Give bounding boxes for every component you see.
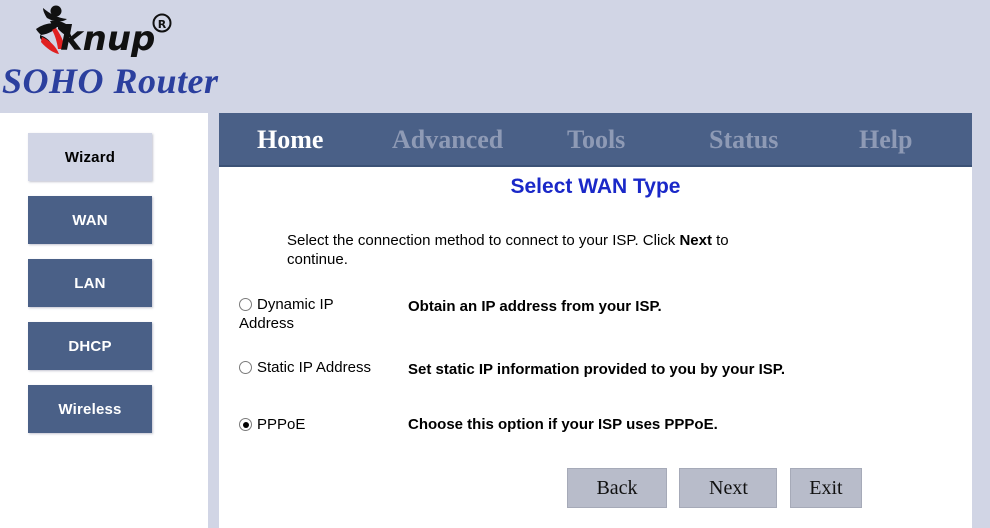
router-admin-page: knup R SOHO Router Wizard WAN LAN DHCP W… [0, 0, 990, 528]
right-margin-strip [972, 113, 990, 528]
option-description-static-ip: Set static IP information provided to yo… [408, 361, 786, 378]
instruction-emphasis: Next [679, 232, 712, 249]
svg-text:R: R [158, 18, 167, 31]
sidebar: Wizard WAN LAN DHCP Wireless [0, 113, 208, 528]
sidebar-content-divider [208, 113, 219, 528]
tab-home[interactable]: Home [257, 125, 323, 155]
radio-text: Dynamic IP Address [239, 296, 334, 332]
sidebar-item-label: WAN [72, 211, 108, 229]
wizard-button-row: Back Next Exit [567, 468, 870, 508]
back-button[interactable]: Back [567, 468, 667, 508]
page-title: Select WAN Type [510, 175, 681, 198]
sidebar-item-lan[interactable]: LAN [28, 259, 152, 307]
radio-text: Static IP Address [257, 359, 371, 376]
radio-button-pppoe[interactable] [239, 418, 252, 431]
knup-running-man-logo: knup R [12, 4, 182, 60]
next-button[interactable]: Next [679, 468, 778, 508]
sidebar-item-dhcp[interactable]: DHCP [28, 322, 152, 370]
tab-status[interactable]: Status [709, 125, 778, 155]
option-description-dynamic-ip: Obtain an IP address from your ISP. [408, 298, 662, 315]
tab-help[interactable]: Help [859, 125, 912, 155]
radio-text: PPPoE [257, 416, 306, 433]
sidebar-item-wizard[interactable]: Wizard [28, 133, 152, 181]
radio-label-dynamic-ip[interactable]: Dynamic IP Address [239, 295, 389, 333]
option-description-pppoe: Choose this option if your ISP uses PPPo… [408, 416, 718, 433]
sidebar-item-label: LAN [74, 274, 106, 292]
main-content: Home Advanced Tools Status Help Select W… [219, 113, 972, 528]
sidebar-item-label: DHCP [68, 337, 112, 355]
product-title: SOHO Router [2, 61, 219, 101]
top-navigation: Home Advanced Tools Status Help [219, 113, 972, 167]
brand-area: knup R SOHO Router [0, 0, 218, 113]
instruction-part-1: Select the connection method to connect … [287, 232, 680, 249]
svg-text:knup: knup [60, 19, 155, 59]
radio-button-dynamic-ip[interactable] [239, 298, 252, 311]
sidebar-item-wireless[interactable]: Wireless [28, 385, 152, 433]
sidebar-item-wan[interactable]: WAN [28, 196, 152, 244]
tab-tools[interactable]: Tools [567, 125, 625, 155]
instruction-text: Select the connection method to connect … [287, 231, 777, 269]
exit-button[interactable]: Exit [789, 468, 862, 508]
radio-button-static-ip[interactable] [239, 361, 252, 374]
knup-logo-svg: knup R [36, 5, 172, 59]
sidebar-item-label: Wizard [64, 148, 116, 166]
radio-label-pppoe[interactable]: PPPoE [239, 415, 389, 434]
sidebar-item-label: Wireless [58, 400, 122, 418]
radio-label-static-ip[interactable]: Static IP Address [239, 358, 389, 377]
page-header: knup R SOHO Router [0, 0, 990, 113]
tab-advanced[interactable]: Advanced [392, 125, 503, 155]
